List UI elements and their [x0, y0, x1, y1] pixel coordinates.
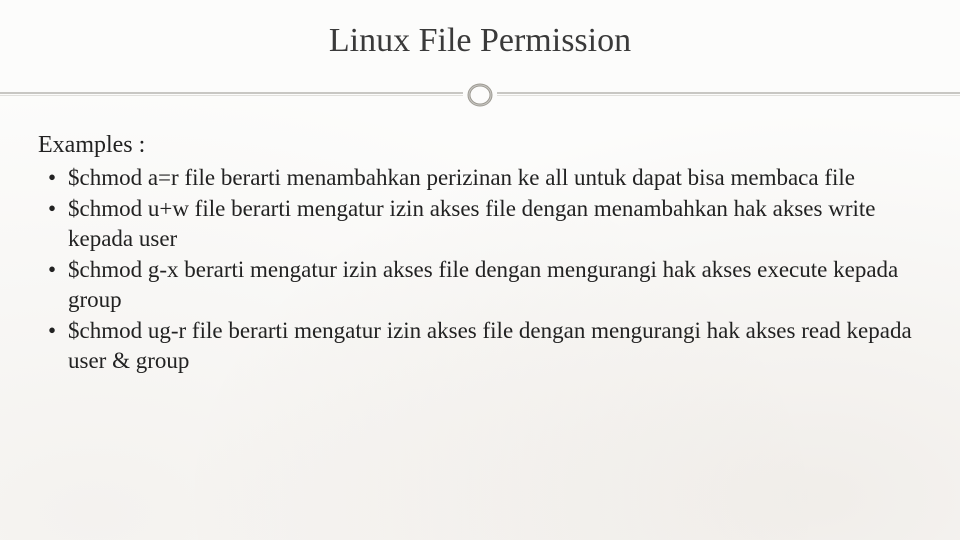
- command-text: $chmod ug-r: [68, 318, 186, 343]
- list-item: $chmod u+w file berarti mengatur izin ak…: [38, 194, 922, 253]
- list-item: $chmod g-x berarti mengatur izin akses f…: [38, 255, 922, 314]
- examples-heading: Examples :: [38, 132, 922, 159]
- slide-title: Linux File Permission: [0, 22, 960, 60]
- examples-list: $chmod a=r file berarti menambahkan peri…: [38, 163, 922, 375]
- title-ornament-icon: [463, 78, 497, 112]
- list-item: $chmod ug-r file berarti mengatur izin a…: [38, 316, 922, 375]
- slide: Linux File Permission Examples : $chmod …: [0, 0, 960, 540]
- content-area: Examples : $chmod a=r file berarti menam…: [38, 132, 922, 377]
- description-text: file berarti mengatur izin akses file de…: [68, 318, 912, 372]
- command-text: $chmod g-x: [68, 257, 179, 282]
- command-text: $chmod a=r file: [68, 165, 215, 190]
- list-item: $chmod a=r file berarti menambahkan peri…: [38, 163, 922, 192]
- command-text: $chmod u+w file: [68, 196, 225, 221]
- description-text: berarti mengatur izin akses file dengan …: [68, 257, 898, 311]
- description-text: berarti menambahkan perizinan ke all unt…: [215, 165, 855, 190]
